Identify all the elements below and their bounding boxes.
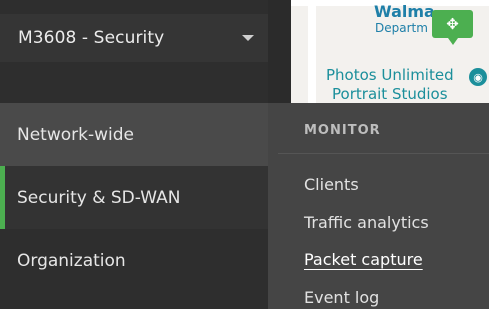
menu-item-traffic-analytics[interactable]: Traffic analytics (304, 213, 429, 232)
divider (278, 153, 489, 154)
flyout-heading: MONITOR (304, 123, 381, 138)
network-selector[interactable]: M3608 - Security (0, 14, 268, 62)
map-poi-line: Photos Unlimited (326, 66, 454, 84)
menu-item-packet-capture[interactable]: Packet capture (304, 250, 423, 269)
map-view[interactable]: Walma Departm ✥ Photos Unlimited Portrai… (291, 0, 489, 103)
map-poi-label: Photos Unlimited Portrait Studios (326, 66, 454, 103)
network-selector-label: M3608 - Security (18, 28, 165, 48)
sidebar-item-label: Network-wide (17, 124, 134, 145)
camera-icon: ◉ (469, 68, 487, 86)
map-poi-sublabel: Departm (375, 21, 428, 35)
menu-item-clients[interactable]: Clients (304, 175, 359, 194)
active-indicator (0, 166, 5, 229)
move-arrows-icon[interactable]: ✥ (432, 10, 473, 45)
menu-item-event-log[interactable]: Event log (304, 288, 379, 307)
sidebar-item-security-sdwan[interactable]: Security & SD-WAN (0, 166, 268, 229)
map-road (308, 0, 316, 103)
sidebar-item-organization[interactable]: Organization (0, 229, 268, 292)
sidebar: M3608 - Security Network-wide Security &… (0, 0, 268, 309)
sidebar-item-label: Organization (17, 250, 126, 271)
sidebar-item-label: Security & SD-WAN (17, 187, 181, 208)
chevron-down-icon (242, 35, 254, 41)
sidebar-item-network-wide[interactable]: Network-wide (0, 103, 268, 166)
map-poi-line: Portrait Studios (332, 85, 448, 103)
map-poi-label: Walma (374, 2, 435, 21)
monitor-flyout-menu: MONITOR Clients Traffic analytics Packet… (268, 103, 489, 309)
